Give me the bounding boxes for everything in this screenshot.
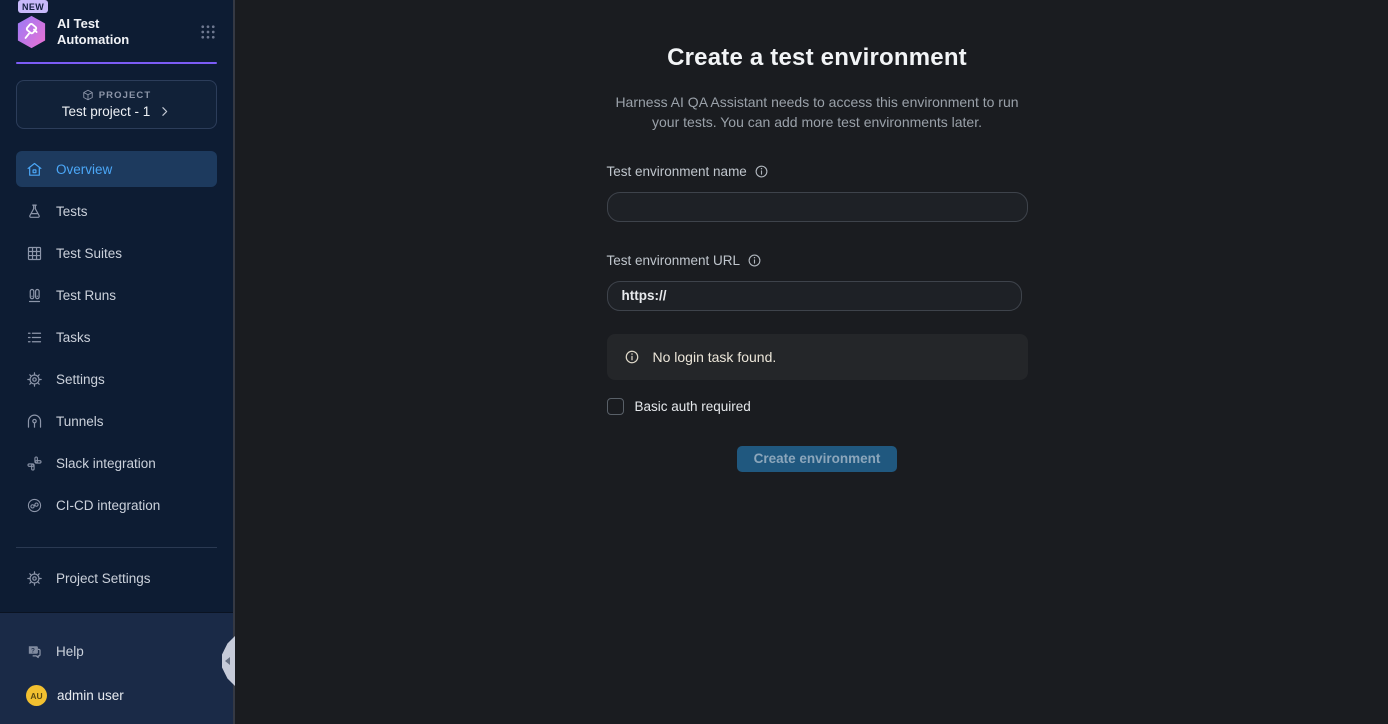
- help-button[interactable]: ? Help: [16, 633, 217, 669]
- sidebar-item-test-suites[interactable]: Test Suites: [16, 235, 217, 271]
- sidebar-item-overview[interactable]: Overview: [16, 151, 217, 187]
- notice-text: No login task found.: [653, 349, 777, 365]
- app-logo-icon: [16, 15, 47, 49]
- cube-icon: [82, 89, 94, 101]
- sidebar-item-label: Settings: [56, 372, 105, 387]
- accent-divider: [16, 62, 217, 64]
- sidebar-footer: ? Help AU admin user: [0, 612, 233, 724]
- main-content: Create a test environment Harness AI QA …: [235, 0, 1388, 724]
- env-name-label: Test environment name: [607, 164, 1028, 179]
- project-eyebrow: PROJECT: [82, 89, 152, 101]
- info-icon: [624, 349, 640, 365]
- sidebar-item-label: Test Runs: [56, 288, 116, 303]
- slack-icon: [26, 455, 43, 472]
- sidebar: NEW AI Test Automation: [0, 0, 235, 724]
- sidebar-item-settings[interactable]: Settings: [16, 361, 217, 397]
- gear-icon: [26, 371, 43, 388]
- sidebar-item-label: Tests: [56, 204, 88, 219]
- sidebar-item-label: Tasks: [56, 330, 91, 345]
- sidebar-item-label: Project Settings: [56, 571, 151, 586]
- basic-auth-checkbox[interactable]: [607, 398, 624, 415]
- grid-table-icon: [26, 245, 43, 262]
- sidebar-item-test-runs[interactable]: Test Runs: [16, 277, 217, 313]
- env-name-input[interactable]: [607, 192, 1028, 222]
- sidebar-item-label: Test Suites: [56, 246, 122, 261]
- sidebar-divider: [16, 547, 217, 548]
- env-url-label: Test environment URL: [607, 253, 1028, 268]
- app-header: AI Test Automation: [16, 15, 217, 49]
- sidebar-item-tasks[interactable]: Tasks: [16, 319, 217, 355]
- user-name: admin user: [57, 688, 124, 703]
- test-runs-icon: [26, 287, 43, 304]
- project-selector[interactable]: PROJECT Test project - 1: [16, 80, 217, 129]
- project-eyebrow-label: PROJECT: [99, 90, 152, 101]
- info-icon[interactable]: [754, 164, 769, 179]
- sidebar-item-label: Overview: [56, 162, 112, 177]
- sidebar-item-label: Slack integration: [56, 456, 156, 471]
- chevron-right-icon: [158, 105, 171, 118]
- app-switcher-icon[interactable]: [199, 23, 217, 41]
- sidebar-item-cicd-integration[interactable]: CI-CD integration: [16, 487, 217, 523]
- home-icon: [26, 161, 43, 178]
- page-title: Create a test environment: [607, 44, 1028, 72]
- new-badge: NEW: [18, 0, 48, 13]
- page-subtitle: Harness AI QA Assistant needs to access …: [607, 92, 1028, 133]
- env-url-label-text: Test environment URL: [607, 253, 741, 268]
- avatar: AU: [26, 685, 47, 706]
- sidebar-item-label: Tunnels: [56, 414, 104, 429]
- sidebar-item-tunnels[interactable]: Tunnels: [16, 403, 217, 439]
- user-menu[interactable]: AU admin user: [26, 685, 217, 706]
- list-icon: [26, 329, 43, 346]
- gear-icon: [26, 570, 43, 587]
- svg-text:?: ?: [31, 647, 35, 654]
- help-chat-icon: ?: [26, 643, 43, 660]
- tunnel-icon: [26, 413, 43, 430]
- sidebar-item-tests[interactable]: Tests: [16, 193, 217, 229]
- app-title: AI Test Automation: [57, 16, 145, 49]
- info-icon[interactable]: [747, 253, 762, 268]
- basic-auth-row: Basic auth required: [607, 398, 1028, 415]
- login-task-notice: No login task found.: [607, 334, 1028, 380]
- basic-auth-label[interactable]: Basic auth required: [635, 399, 751, 414]
- project-name: Test project - 1: [62, 104, 151, 119]
- sidebar-item-label: CI-CD integration: [56, 498, 160, 513]
- create-environment-button[interactable]: Create environment: [737, 446, 898, 472]
- sidebar-item-slack-integration[interactable]: Slack integration: [16, 445, 217, 481]
- help-label: Help: [56, 644, 84, 659]
- cicd-icon: [26, 497, 43, 514]
- sidebar-nav: Overview Tests Test Suites: [16, 151, 217, 523]
- env-name-label-text: Test environment name: [607, 164, 747, 179]
- flask-icon: [26, 203, 43, 220]
- env-url-input[interactable]: [607, 281, 1022, 311]
- sidebar-item-project-settings[interactable]: Project Settings: [16, 560, 217, 596]
